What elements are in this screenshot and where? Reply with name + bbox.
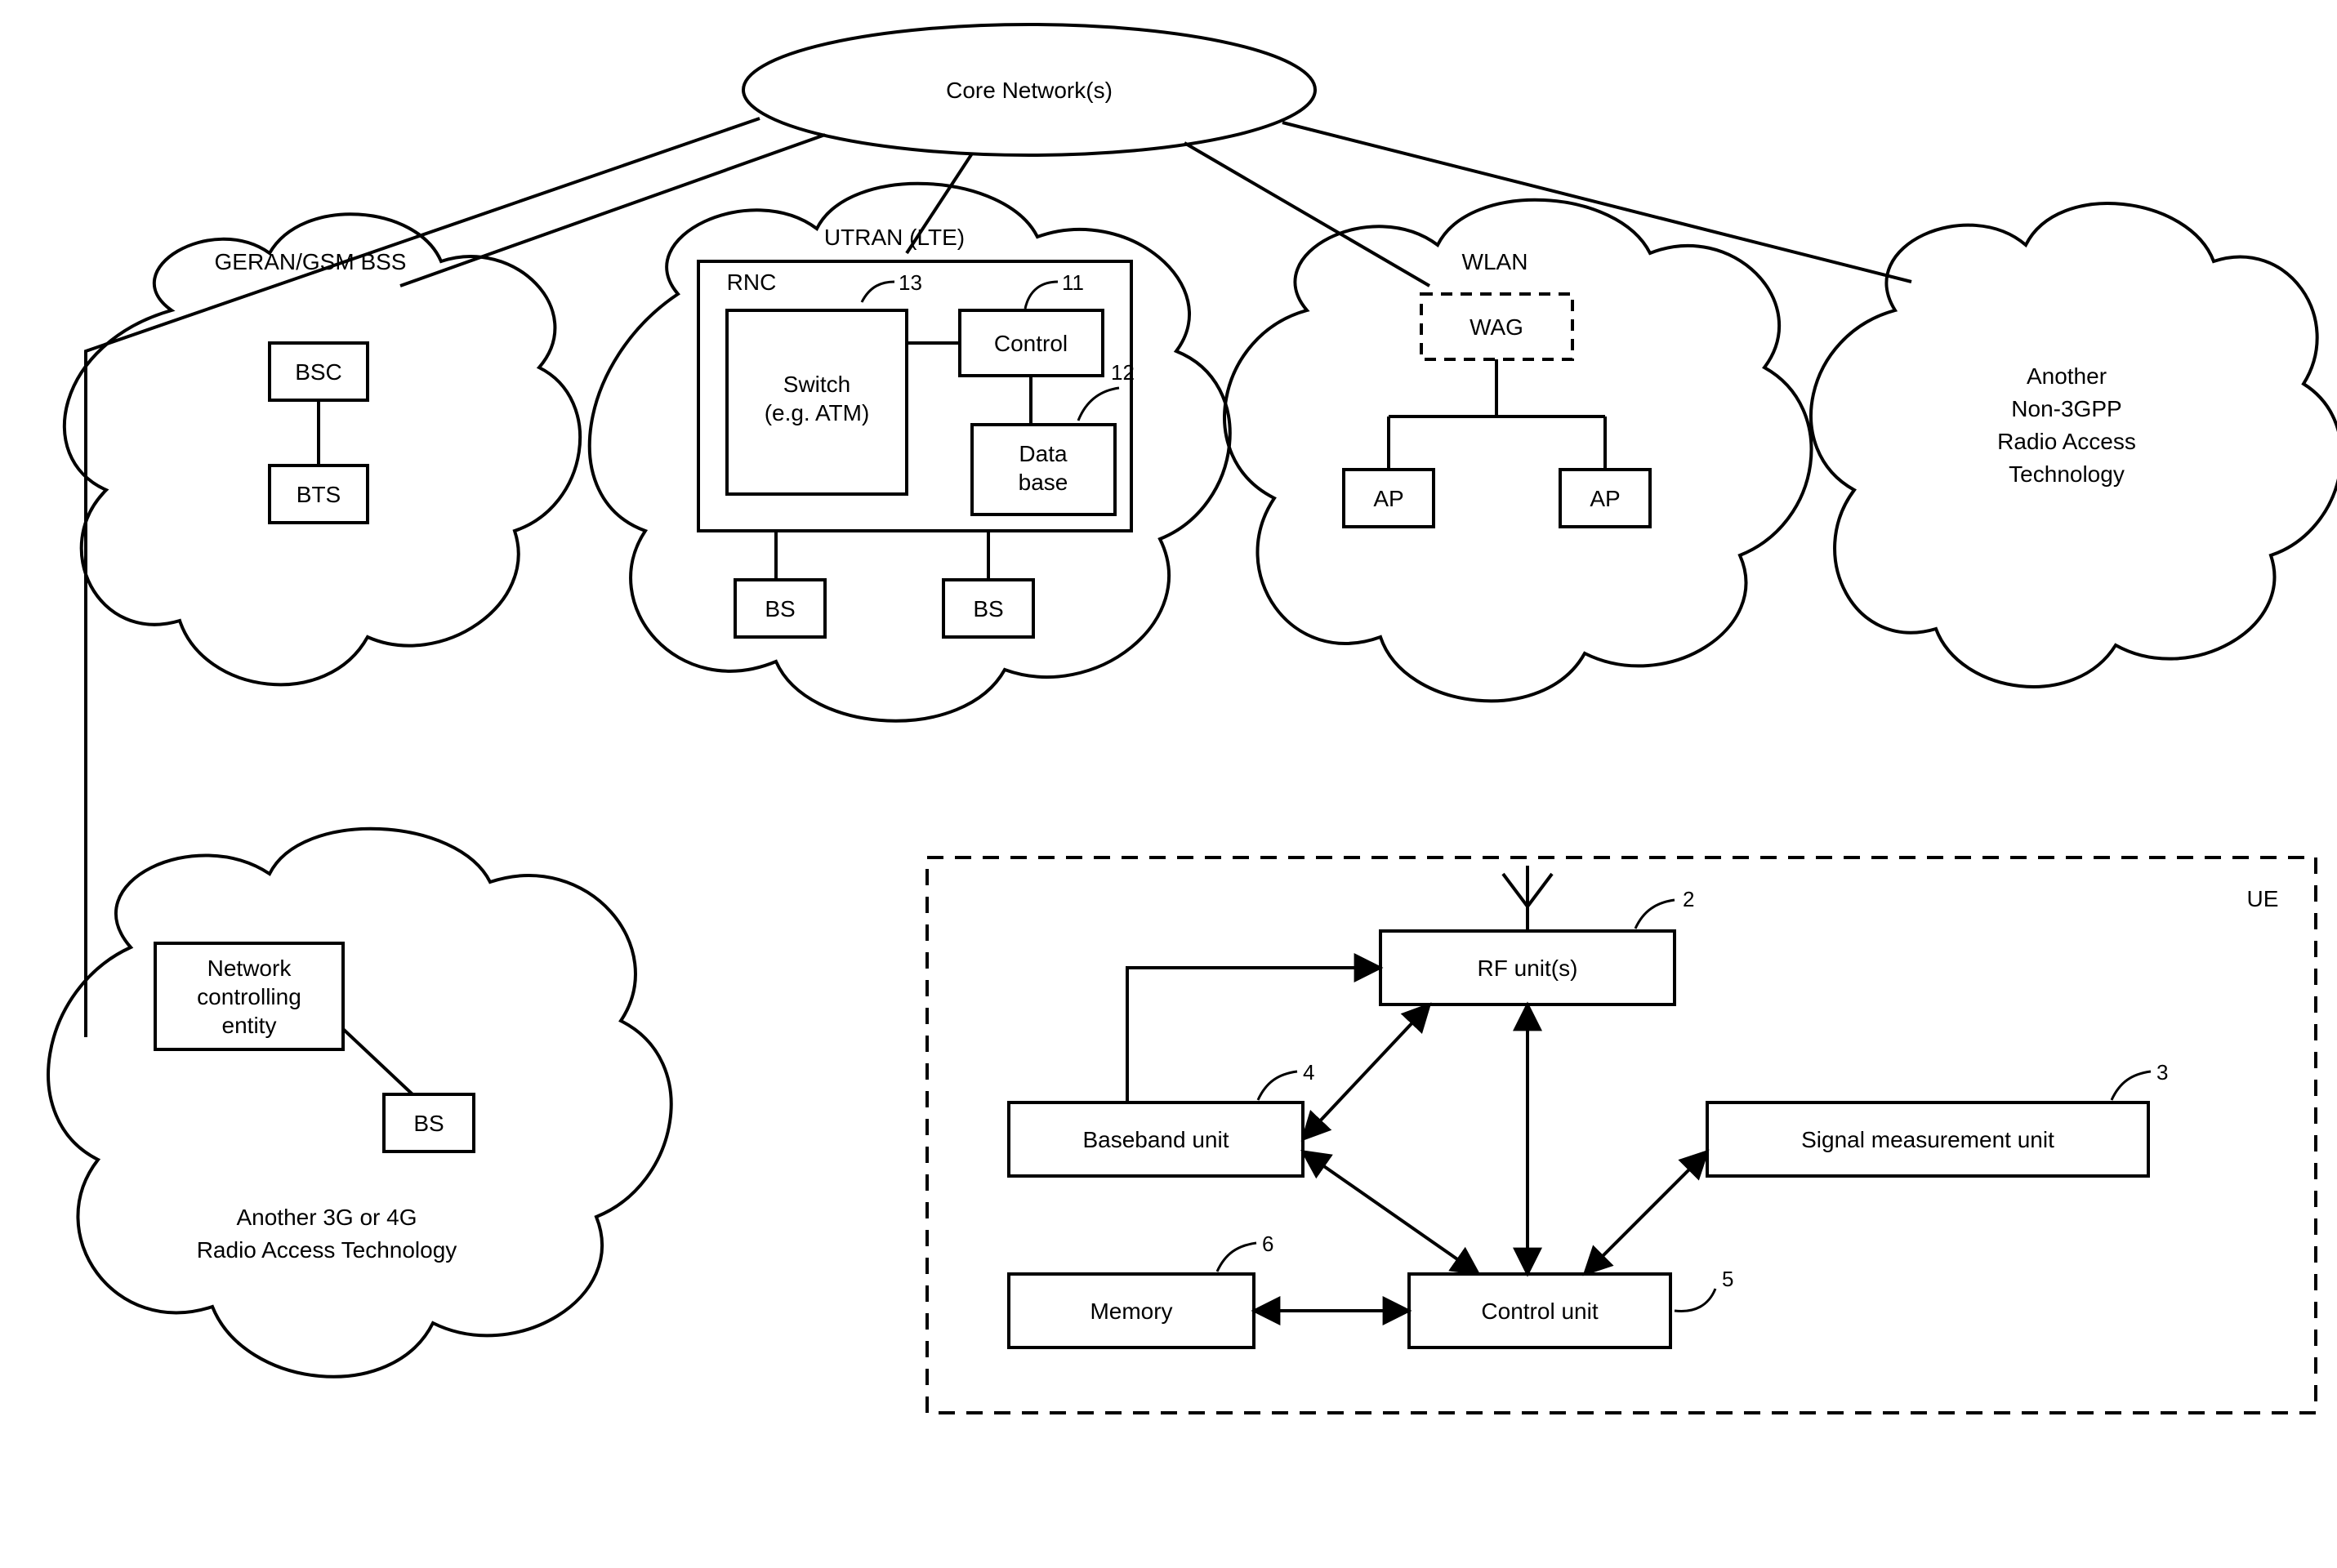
utran-title: UTRAN (LTE) xyxy=(824,225,965,250)
baseband-to-rf-arrow xyxy=(1127,968,1380,1102)
rf-unit-label: RF unit(s) xyxy=(1478,956,1578,981)
database-label-1: Data xyxy=(1019,441,1068,466)
another-3g4g-cloud: Network controlling entity BS Another 3G… xyxy=(48,829,671,1377)
nce-label-2: controlling xyxy=(197,984,301,1009)
switch-label-1: Switch xyxy=(783,372,850,397)
ue-box: UE RF unit(s) 2 Baseband unit 4 Signal m… xyxy=(927,858,2316,1413)
geran-title: GERAN/GSM BSS xyxy=(215,249,407,274)
rnc-label: RNC xyxy=(727,270,777,295)
another-bs-label: BS xyxy=(413,1111,444,1136)
ref13-label: 13 xyxy=(899,270,922,295)
another-caption-2: Radio Access Technology xyxy=(197,1237,457,1263)
ref2-lead xyxy=(1635,900,1675,929)
ref12-label: 12 xyxy=(1111,360,1135,385)
ref3-lead xyxy=(2112,1071,2151,1100)
wlan-title: WLAN xyxy=(1462,249,1528,274)
non3gpp-line2: Non-3GPP xyxy=(2011,396,2121,421)
ref4-lead xyxy=(1258,1071,1297,1100)
bts-label: BTS xyxy=(297,482,341,507)
core-to-wlan-line xyxy=(1184,143,1429,286)
wlan-ap1-label: AP xyxy=(1373,486,1403,511)
core-network-label: Core Network(s) xyxy=(946,78,1113,103)
wlan-cloud: WLAN WAG AP AP xyxy=(1224,200,1811,702)
database-label-2: base xyxy=(1019,470,1068,495)
ref5-label: 5 xyxy=(1722,1267,1733,1291)
utran-bs1-label: BS xyxy=(765,596,795,621)
baseband-label: Baseband unit xyxy=(1082,1127,1229,1152)
baseband-control-link xyxy=(1303,1152,1478,1274)
rf-baseband-link xyxy=(1303,1004,1429,1139)
ue-title: UE xyxy=(2247,886,2279,911)
non3gpp-line1: Another xyxy=(2027,363,2107,389)
switch-label-2: (e.g. ATM) xyxy=(765,400,870,425)
non3gpp-line4: Technology xyxy=(2009,461,2125,487)
nce-label-3: entity xyxy=(222,1013,277,1038)
non3gpp-line3: Radio Access xyxy=(1997,429,2136,454)
ref4-label: 4 xyxy=(1303,1060,1314,1085)
ref5-lead xyxy=(1675,1289,1715,1312)
wag-label: WAG xyxy=(1470,314,1523,340)
ref11-label: 11 xyxy=(1062,270,1084,295)
wlan-ap2-label: AP xyxy=(1590,486,1620,511)
diagram-canvas: Core Network(s) GERAN/GSM BSS BSC BTS UT… xyxy=(0,0,2337,1568)
bsc-label: BSC xyxy=(295,359,342,385)
antenna-left xyxy=(1503,874,1528,906)
another-caption-1: Another 3G or 4G xyxy=(236,1205,417,1230)
core-to-non3gpp-line xyxy=(1282,122,1911,282)
ref3-label: 3 xyxy=(2156,1060,2168,1085)
ref6-lead xyxy=(1217,1243,1256,1272)
geran-cloud: GERAN/GSM BSS BSC BTS xyxy=(65,214,580,684)
signal-control-link xyxy=(1585,1152,1707,1274)
control-unit-label: Control unit xyxy=(1481,1298,1598,1324)
core-to-3g4g-line xyxy=(86,118,760,1037)
ref6-label: 6 xyxy=(1262,1232,1273,1256)
utran-bs2-label: BS xyxy=(973,596,1003,621)
nce-bs-line xyxy=(343,1029,413,1094)
antenna-right xyxy=(1528,874,1552,906)
nce-label-1: Network xyxy=(207,956,292,981)
control-label: Control xyxy=(994,331,1068,356)
memory-label: Memory xyxy=(1090,1298,1172,1324)
signal-label: Signal measurement unit xyxy=(1801,1127,2054,1152)
utran-cloud: UTRAN (LTE) RNC 13 Switch (e.g. ATM) Con… xyxy=(590,184,1230,721)
ref2-label: 2 xyxy=(1683,887,1694,911)
